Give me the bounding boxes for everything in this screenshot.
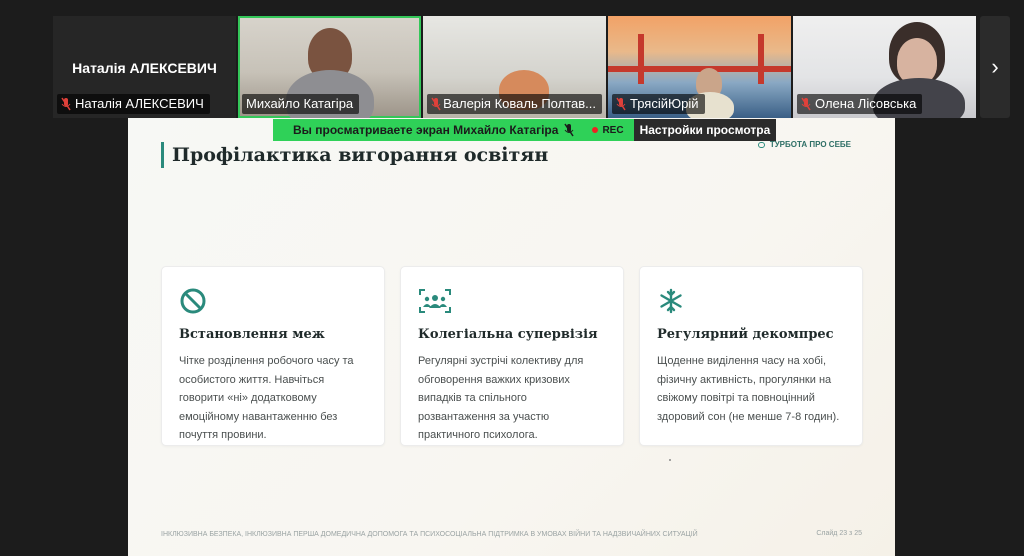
slide-counter: Слайд 23 з 25	[816, 530, 862, 537]
participant-name: Валерія Коваль Полтав...	[443, 96, 596, 111]
card-decompress: Регулярний декомпрес Щоденне виділення ч…	[639, 266, 863, 446]
snowflake-icon	[657, 287, 845, 315]
group-icon	[418, 287, 606, 315]
mic-muted-icon	[431, 97, 441, 111]
card-boundaries: Встановлення меж Чітке розділення робочо…	[161, 266, 385, 446]
shared-slide: Профілактика вигорання освітян ТУРБОТА П…	[128, 118, 895, 556]
participant-name: Наталія АЛЕКСЕВИЧ	[75, 96, 204, 111]
mic-muted-icon	[564, 123, 575, 137]
participant-name: Олена Лісовська	[815, 96, 917, 111]
view-settings-button[interactable]: Настройки просмотра	[633, 119, 777, 141]
participant-tile-4[interactable]: ТрясійЮрій	[608, 16, 791, 118]
slide-title: Профілактика вигорання освітян	[172, 144, 549, 166]
participant-tile-3[interactable]: Валерія Коваль Полтав...	[423, 16, 606, 118]
card-title: Встановлення меж	[179, 327, 325, 342]
share-status: Вы просматриваете экран Михайло Катагіра…	[273, 119, 634, 141]
participant-tile-5[interactable]: Олена Лісовська	[793, 16, 976, 118]
participant-tile-1[interactable]: Наталія АЛЕКСЕВИЧ Наталія АЛЕКСЕВИЧ	[53, 16, 236, 118]
card-title: Регулярний декомпрес	[657, 327, 834, 342]
screen-share-banner: Вы просматриваете экран Михайло Катагіра…	[273, 119, 777, 141]
meeting-window: Наталія АЛЕКСЕВИЧ Наталія АЛЕКСЕВИЧ Миха…	[0, 0, 1024, 556]
mic-muted-icon	[61, 97, 71, 111]
participant-name: Михайло Катагіра	[246, 96, 354, 111]
chevron-right-icon: ›	[991, 54, 999, 79]
slide-footer: ІНКЛЮЗИВНА БЕЗПЕКА, ІНКЛЮЗИВНА ПЕРША ДОМ…	[161, 531, 698, 538]
mic-muted-icon	[616, 97, 626, 111]
share-status-text: Вы просматриваете экран	[293, 123, 450, 137]
participant-name-tag: Олена Лісовська	[797, 94, 923, 114]
brand-logo-icon	[757, 141, 765, 148]
decorative-dot	[669, 459, 671, 461]
next-participants-button[interactable]: ›	[980, 16, 1010, 118]
share-presenter-name: Михайло Катагіра	[453, 123, 559, 137]
participant-tile-2[interactable]: Михайло Катагіра	[238, 16, 421, 118]
rec-label: REC	[602, 124, 624, 136]
mic-muted-icon	[801, 97, 811, 111]
title-accent-bar	[161, 142, 164, 168]
card-title: Колегіальна супервізія	[418, 327, 598, 342]
brand-text: ТУРБОТА ПРО СЕБЕ	[769, 140, 851, 149]
participant-name-tag: Валерія Коваль Полтав...	[427, 94, 602, 114]
recording-indicator: REC	[592, 124, 624, 136]
prohibit-icon	[179, 287, 367, 315]
card-text: Щоденне виділення часу на хобі, фізичну …	[657, 355, 840, 423]
card-text: Чітке розділення робочого часу та особис…	[179, 355, 354, 441]
record-dot-icon	[592, 127, 599, 133]
participant-display-name: Наталія АЛЕКСЕВИЧ	[72, 60, 217, 76]
participant-name-tag: ТрясійЮрій	[612, 94, 705, 114]
brand-label: ТУРБОТА ПРО СЕБЕ	[757, 140, 851, 149]
card-supervision: Колегіальна супервізія Регулярні зустріч…	[400, 266, 624, 446]
participant-name-tag: Михайло Катагіра	[242, 94, 360, 114]
participant-name-tag: Наталія АЛЕКСЕВИЧ	[57, 94, 210, 114]
participant-strip: Наталія АЛЕКСЕВИЧ Наталія АЛЕКСЕВИЧ Миха…	[53, 16, 978, 118]
participant-name: ТрясійЮрій	[630, 96, 699, 111]
cards-row: Встановлення меж Чітке розділення робочо…	[161, 266, 878, 446]
card-text: Регулярні зустрічі колективу для обговор…	[418, 355, 584, 441]
